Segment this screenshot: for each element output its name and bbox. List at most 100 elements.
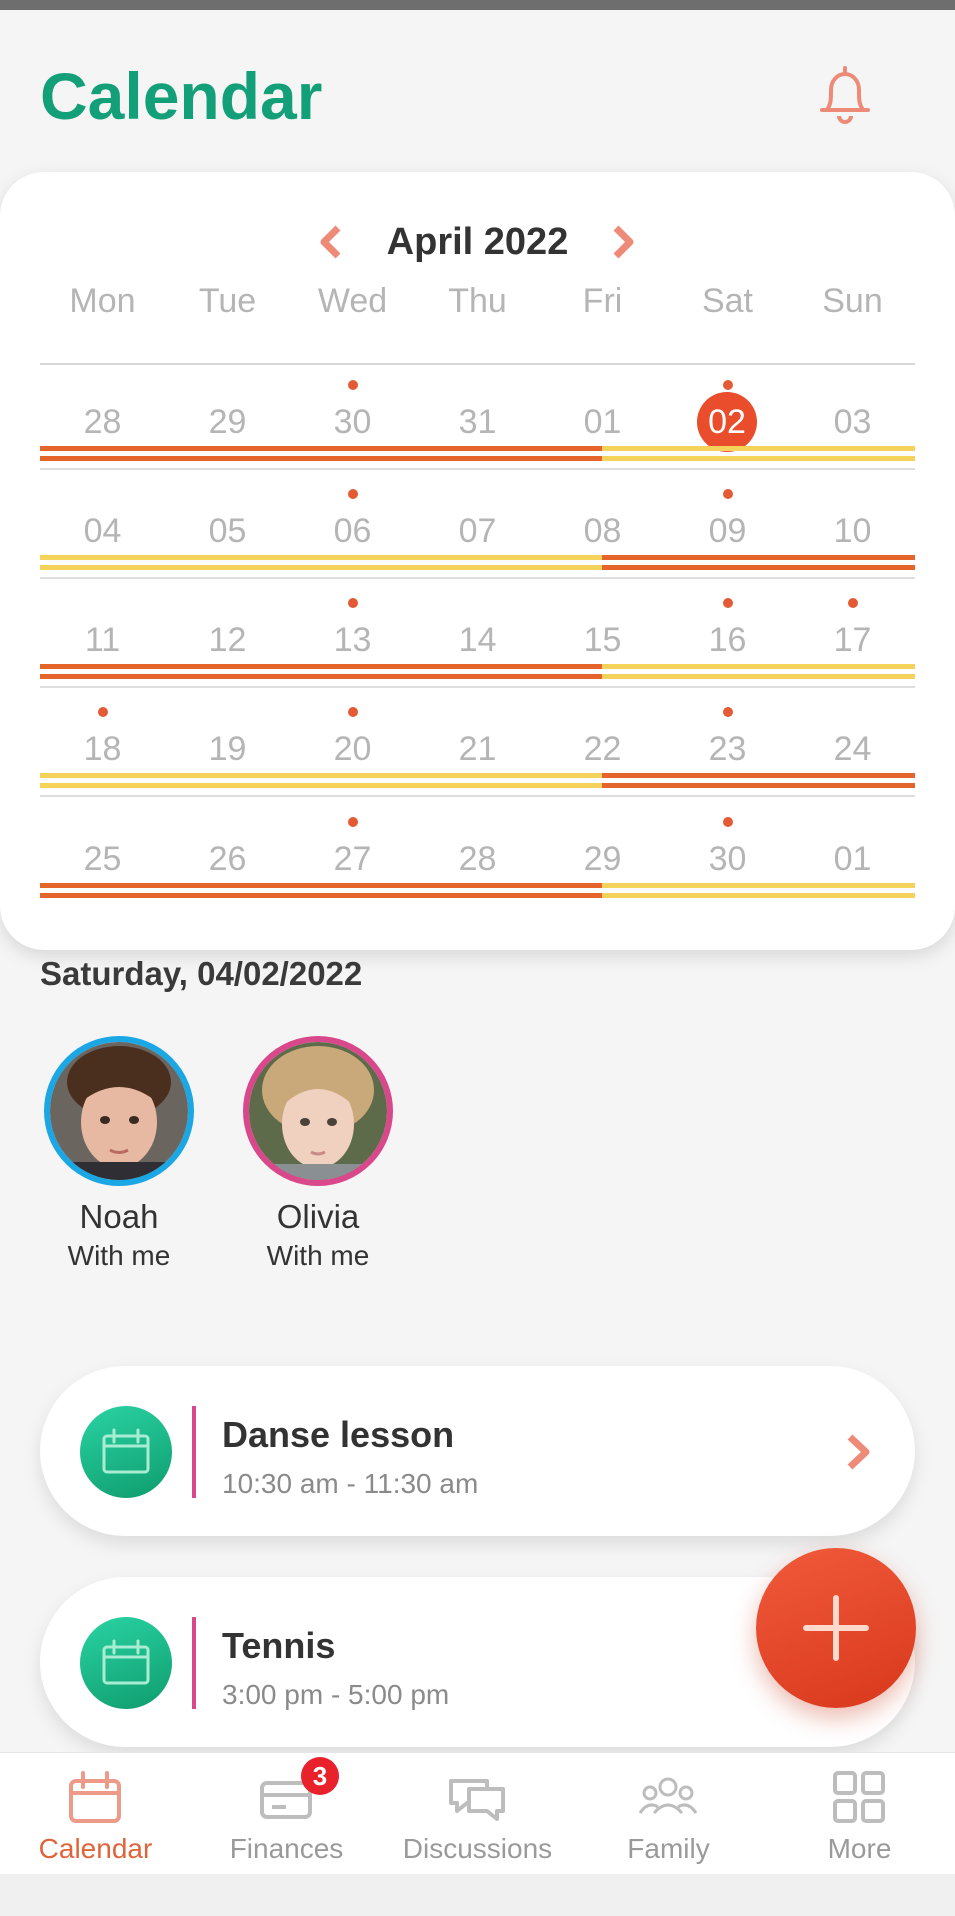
avatar xyxy=(243,1036,393,1186)
calendar-event-icon xyxy=(80,1617,172,1709)
child-name: Olivia xyxy=(276,1198,360,1235)
selected-date-heading: Saturday, 04/02/2022 xyxy=(40,955,363,992)
notification-badge: 3 xyxy=(301,1757,339,1795)
event-title: Danse lesson xyxy=(222,1414,455,1455)
tab-label: Discussions xyxy=(402,1833,553,1864)
day-number: 30 xyxy=(708,840,747,878)
week-divider xyxy=(40,686,915,688)
month-navigator: April 2022 xyxy=(0,212,955,272)
tab-more[interactable]: More xyxy=(764,1753,955,1875)
event-time: 3:00 pm - 5:00 pm xyxy=(222,1679,450,1710)
calendar-week-row: 18 19 20 21 22 23 24 xyxy=(40,695,915,804)
weekday-label: Mon xyxy=(69,282,136,320)
tab-label: Family xyxy=(627,1833,710,1864)
custody-bar xyxy=(602,773,915,789)
next-month-chevron-icon[interactable] xyxy=(606,222,642,262)
weekday-label: Thu xyxy=(448,282,507,320)
day-number: 29 xyxy=(208,403,247,441)
avatar xyxy=(44,1036,194,1186)
event-indicator-dot xyxy=(98,707,108,717)
plus-icon xyxy=(803,1595,869,1661)
tab-family[interactable]: Family xyxy=(573,1753,764,1875)
custody-bar xyxy=(602,555,915,571)
event-indicator-dot xyxy=(723,380,733,390)
day-number: 18 xyxy=(83,730,122,768)
tab-finances[interactable]: 3 Finances xyxy=(191,1753,382,1875)
tab-label: More xyxy=(827,1833,892,1864)
week-divider xyxy=(40,577,915,579)
calendar-week-row: 25 26 27 28 29 30 01 xyxy=(40,805,915,914)
event-indicator-dot xyxy=(723,817,733,827)
custody-bar xyxy=(602,446,915,462)
weekday-label: Tue xyxy=(198,282,257,320)
previous-month-chevron-icon[interactable] xyxy=(312,222,348,262)
family-icon xyxy=(638,1777,698,1815)
day-number: 12 xyxy=(208,621,247,659)
day-number: 30 xyxy=(333,403,372,441)
day-number: 17 xyxy=(833,621,872,659)
event-indicator-dot xyxy=(348,489,358,499)
day-number: 07 xyxy=(458,512,497,550)
calendar-icon xyxy=(69,1771,121,1823)
event-indicator-dot xyxy=(348,380,358,390)
calendar-week-row: 11 12 13 14 15 16 17 xyxy=(40,586,915,695)
weekday-header: Mon Tue Wed Thu Fri Sat Sun xyxy=(40,282,915,321)
tab-label: Finances xyxy=(229,1833,344,1864)
tab-calendar[interactable]: Calendar xyxy=(0,1753,191,1875)
chevron-right-icon[interactable] xyxy=(841,1431,875,1473)
event-title: Tennis xyxy=(222,1625,336,1666)
event-indicator-dot xyxy=(723,598,733,608)
event-indicator-dot xyxy=(848,598,858,608)
day-number: 10 xyxy=(833,512,872,550)
day-number: 09 xyxy=(708,512,747,550)
day-number: 24 xyxy=(833,730,872,768)
day-number: 15 xyxy=(583,621,622,659)
event-divider xyxy=(192,1617,196,1709)
weekday-label: Wed xyxy=(317,282,388,320)
day-number: 08 xyxy=(583,512,622,550)
weekday-label: Fri xyxy=(582,282,623,320)
child-noah[interactable]: Noah With me xyxy=(34,1036,204,1272)
day-number: 04 xyxy=(83,512,122,550)
grid-icon xyxy=(833,1771,885,1823)
day-number: 05 xyxy=(208,512,247,550)
day-number: 27 xyxy=(333,840,372,878)
child-name: Noah xyxy=(79,1198,159,1235)
day-number: 23 xyxy=(708,730,747,768)
status-bar xyxy=(0,0,955,10)
event-card[interactable]: Danse lesson 10:30 am - 11:30 am xyxy=(40,1366,915,1536)
day-number: 11 xyxy=(84,621,121,659)
day-number: 28 xyxy=(458,840,497,878)
system-navigation-bar xyxy=(0,1874,955,1916)
page-title: Calendar xyxy=(40,59,323,133)
week-divider xyxy=(40,795,915,797)
day-number: 02 xyxy=(697,392,757,452)
day-number: 13 xyxy=(333,621,372,659)
day-number: 29 xyxy=(583,840,622,878)
custody-bar xyxy=(602,883,915,899)
day-number: 01 xyxy=(583,403,622,441)
day-number: 26 xyxy=(208,840,247,878)
notification-bell-icon[interactable] xyxy=(810,60,880,130)
custody-bar xyxy=(602,664,915,680)
event-divider xyxy=(192,1406,196,1498)
day-number: 22 xyxy=(583,730,622,768)
event-indicator-dot xyxy=(348,817,358,827)
day-number: 25 xyxy=(83,840,122,878)
child-olivia[interactable]: Olivia With me xyxy=(233,1036,403,1272)
week-divider xyxy=(40,468,915,470)
calendar-week-row: 04 05 06 07 08 09 10 xyxy=(40,477,915,586)
day-number: 16 xyxy=(708,621,747,659)
add-event-button[interactable] xyxy=(756,1548,916,1708)
child-status: With me xyxy=(67,1240,171,1271)
tab-discussions[interactable]: Discussions xyxy=(382,1753,573,1875)
day-number: 01 xyxy=(833,840,872,878)
calendar-week-row: 28 29 30 31 01 02 03 xyxy=(40,368,915,477)
chat-icon xyxy=(449,1779,505,1821)
weekday-label: Sun xyxy=(822,282,883,320)
custody-bar xyxy=(40,883,602,899)
event-indicator-dot xyxy=(723,707,733,717)
calendar-event-icon xyxy=(80,1406,172,1498)
day-number: 31 xyxy=(458,403,497,441)
day-number: 14 xyxy=(458,621,497,659)
